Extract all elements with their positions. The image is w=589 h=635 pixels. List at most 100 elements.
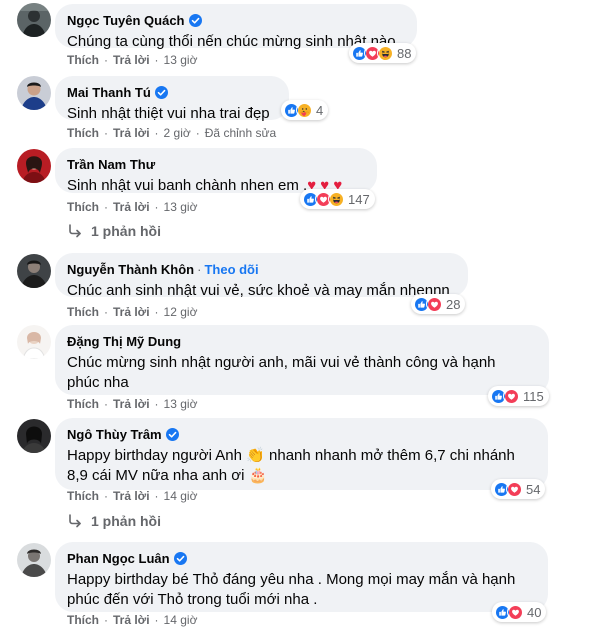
reaction-count: 115 xyxy=(523,388,544,404)
like-action[interactable]: Thích xyxy=(67,305,99,319)
separator: · xyxy=(154,53,159,67)
avatar[interactable] xyxy=(17,325,51,359)
reply-arrow-icon xyxy=(67,223,83,239)
reply-action[interactable]: Trả lời xyxy=(113,613,150,627)
like-action[interactable]: Thích xyxy=(67,126,99,140)
commenter-name[interactable]: Nguyễn Thành Khôn xyxy=(67,262,194,277)
comment-bubble: Mai Thanh Tú Sinh nhật thiệt vui nha tra… xyxy=(55,76,289,122)
separator: · xyxy=(104,126,108,140)
love-icon xyxy=(503,388,519,404)
separator: · xyxy=(195,126,200,140)
reply-arrow-icon xyxy=(67,513,83,529)
comment-bubble: Trần Nam Thư Sinh nhật vui banh chành nh… xyxy=(55,148,377,194)
avatar[interactable] xyxy=(17,76,51,110)
separator: · xyxy=(154,126,159,140)
comment-actions: Thích · Trả lời · 2 giờ · Đã chỉnh sửa xyxy=(67,126,276,140)
timestamp[interactable]: 12 giờ xyxy=(164,305,198,319)
avatar[interactable] xyxy=(17,419,51,453)
separator: · xyxy=(104,613,108,627)
love-icon xyxy=(506,481,522,497)
reaction-summary[interactable]: 88 xyxy=(349,43,417,63)
like-action[interactable]: Thích xyxy=(67,397,99,411)
clapping-hands-icon: 👏 xyxy=(246,447,265,464)
commenter-name[interactable]: Mai Thanh Tú xyxy=(67,85,151,100)
verified-badge-icon xyxy=(189,14,202,27)
care-icon xyxy=(296,102,312,118)
comment-bubble: Ngô Thùy Trâm Happy birthday người Anh 👏… xyxy=(55,418,548,490)
separator: · xyxy=(154,305,159,319)
haha-icon xyxy=(377,45,393,61)
reaction-summary[interactable]: 115 xyxy=(488,386,549,406)
comment-actions: Thích · Trả lời · 13 giờ xyxy=(67,397,197,411)
like-action[interactable]: Thích xyxy=(67,200,99,214)
comment-text: Happy birthday bé Thỏ đáng yêu nha . Mon… xyxy=(67,571,516,608)
timestamp[interactable]: 2 giờ xyxy=(164,126,191,140)
reply-action[interactable]: Trả lời xyxy=(113,126,150,140)
commenter-name[interactable]: Ngô Thùy Trâm xyxy=(67,427,162,442)
replies-count-label: 1 phản hồi xyxy=(91,513,161,529)
comment-actions: Thích · Trả lời · 14 giờ xyxy=(67,489,197,503)
reaction-count: 88 xyxy=(397,45,412,61)
view-replies-link[interactable]: 1 phản hồi xyxy=(67,223,161,239)
comment-actions: Thích · Trả lời · 12 giờ xyxy=(67,305,197,319)
comment-actions: Thích · Trả lời · 13 giờ xyxy=(67,53,197,67)
comment-text-part1: Happy birthday người Anh xyxy=(67,447,247,464)
reaction-summary[interactable]: 28 xyxy=(411,294,466,314)
separator: · xyxy=(104,305,108,319)
reply-action[interactable]: Trả lời xyxy=(113,200,150,214)
reaction-count: 54 xyxy=(526,481,541,497)
commenter-name[interactable]: Đặng Thị Mỹ Dung xyxy=(67,334,181,349)
view-replies-link[interactable]: 1 phản hồi xyxy=(67,513,161,529)
separator: · xyxy=(154,489,159,503)
commenter-name[interactable]: Trần Nam Thư xyxy=(67,157,155,172)
timestamp[interactable]: 13 giờ xyxy=(164,53,198,67)
like-action[interactable]: Thích xyxy=(67,613,99,627)
commenter-name[interactable]: Ngọc Tuyên Quách xyxy=(67,13,185,28)
like-action[interactable]: Thích xyxy=(67,53,99,67)
comment-bubble: Đặng Thị Mỹ Dung Chúc mừng sinh nhật ngư… xyxy=(55,325,549,395)
avatar[interactable] xyxy=(17,3,51,37)
birthday-cake-icon: 🎂 xyxy=(248,467,268,484)
verified-badge-icon xyxy=(155,86,168,99)
avatar[interactable] xyxy=(17,254,51,288)
follow-button[interactable]: Theo dõi xyxy=(204,262,258,277)
reaction-summary[interactable]: 4 xyxy=(281,100,329,120)
timestamp[interactable]: 14 giờ xyxy=(164,613,198,627)
commenter-name[interactable]: Phan Ngọc Luân xyxy=(67,551,170,566)
separator: · xyxy=(154,397,159,411)
love-icon xyxy=(507,604,523,620)
reply-action[interactable]: Trả lời xyxy=(113,53,150,67)
edited-label[interactable]: Đã chỉnh sửa xyxy=(205,126,276,140)
avatar[interactable] xyxy=(17,543,51,577)
comment-actions: Thích · Trả lời · 14 giờ xyxy=(67,613,197,627)
reaction-count: 147 xyxy=(348,191,370,207)
reaction-summary[interactable]: 54 xyxy=(491,479,546,499)
separator: · xyxy=(197,261,202,277)
avatar[interactable] xyxy=(17,149,51,183)
comment-bubble: Phan Ngọc Luân Happy birthday bé Thỏ đán… xyxy=(55,542,548,612)
separator: · xyxy=(154,613,159,627)
separator: · xyxy=(104,200,108,214)
timestamp[interactable]: 13 giờ xyxy=(164,200,198,214)
like-action[interactable]: Thích xyxy=(67,489,99,503)
comment-text: Chúc anh sinh nhật vui vẻ, sức khoẻ và m… xyxy=(67,282,450,299)
comment-text: Sinh nhật vui banh chành nhen em . xyxy=(67,177,308,194)
separator: · xyxy=(104,53,108,67)
haha-icon xyxy=(328,191,344,207)
reaction-summary[interactable]: 40 xyxy=(492,602,547,622)
comment-text: Chúc mừng sinh nhật người anh, mãi vui v… xyxy=(67,354,496,391)
love-icon xyxy=(426,296,442,312)
comment-bubble: Nguyễn Thành Khôn · Theo dõi Chúc anh si… xyxy=(55,253,468,299)
comment-actions: Thích · Trả lời · 13 giờ xyxy=(67,200,197,214)
comment-text: Sinh nhật thiệt vui nha trai đẹp xyxy=(67,105,270,122)
reply-action[interactable]: Trả lời xyxy=(113,489,150,503)
reply-action[interactable]: Trả lời xyxy=(113,305,150,319)
timestamp[interactable]: 14 giờ xyxy=(164,489,198,503)
reaction-summary[interactable]: 147 xyxy=(300,189,375,209)
replies-count-label: 1 phản hồi xyxy=(91,223,161,239)
comment-text-row: Happy birthday người Anh 👏 nhanh nhanh m… xyxy=(67,446,536,486)
verified-badge-icon xyxy=(166,428,179,441)
reaction-count: 40 xyxy=(527,604,542,620)
timestamp[interactable]: 13 giờ xyxy=(164,397,198,411)
reply-action[interactable]: Trả lời xyxy=(113,397,150,411)
